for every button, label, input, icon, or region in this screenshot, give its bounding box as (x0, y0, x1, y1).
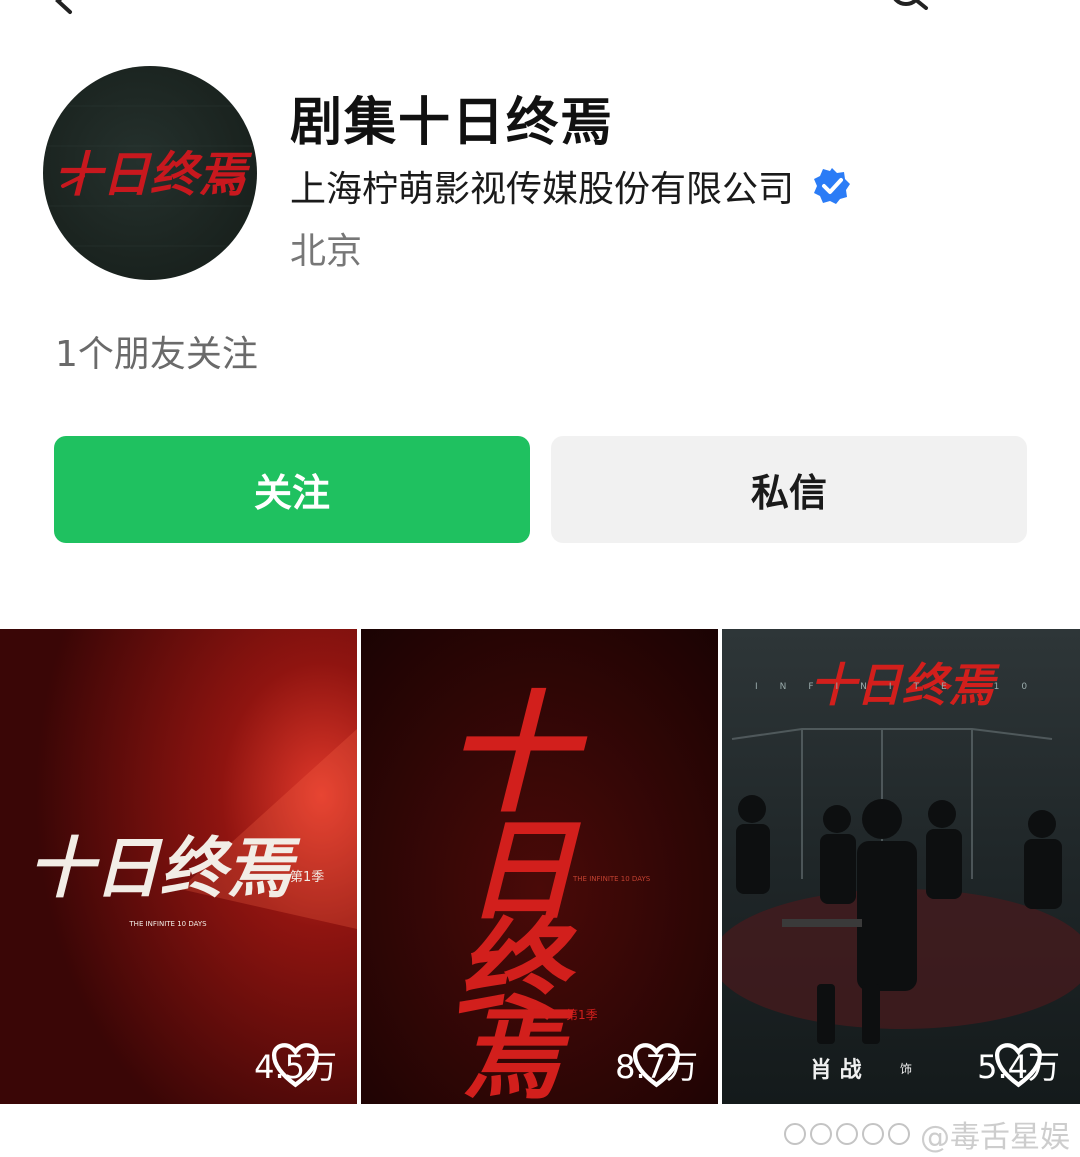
poster-banner: INFINITE 10 (755, 682, 1049, 692)
poster-season: 第1季 (566, 1008, 598, 1022)
organization-name: 上海柠萌影视传媒股份有限公司 (290, 169, 795, 210)
avatar[interactable]: 十日终焉 (43, 66, 257, 280)
organization-line: 上海柠萌影视传媒股份有限公司 (290, 160, 852, 212)
top-bar (0, 0, 1080, 20)
post-tile[interactable]: 十日终焉 INFINITE 10 肖 战 饰 5.4万 (722, 629, 1080, 1104)
poster-title: 十日终焉 (28, 829, 301, 907)
post-tile[interactable]: 十日终焉 第1季 THE INFINITE 10 DAYS 4.5万 (0, 629, 357, 1104)
message-button[interactable]: 私信 (551, 436, 1027, 543)
posts-grid: 十日终焉 第1季 THE INFINITE 10 DAYS 4.5万 十 日 终… (0, 629, 1080, 1105)
heart-icon (633, 1043, 681, 1088)
poster-image: 十 日 终 焉 THE INFINITE 10 DAYS 第1季 (361, 629, 718, 1104)
actor-name: 肖 战 (810, 1057, 862, 1083)
poster-image: 十日终焉 INFINITE 10 肖 战 饰 (722, 629, 1080, 1104)
verified-badge-icon (814, 168, 851, 204)
poster-subtitle: THE INFINITE 10 DAYS (128, 920, 207, 928)
likes-count: 8.7万 (615, 1042, 698, 1088)
location: 北京 (290, 231, 363, 272)
heart-icon (272, 1043, 320, 1088)
actor-role: 饰 (900, 1062, 912, 1076)
page-title: 剧集十日终焉 (290, 93, 615, 153)
poster-subtitle: THE INFINITE 10 DAYS (572, 875, 651, 883)
follow-button[interactable]: 关注 (54, 436, 530, 543)
svg-text:焉: 焉 (461, 995, 574, 1104)
chevron-left-icon[interactable] (48, 0, 78, 16)
poster-image: 十日终焉 第1季 THE INFINITE 10 DAYS (0, 629, 357, 1104)
watermark-text: @毒舌星娱 (920, 1120, 1070, 1155)
poster-season: 第1季 (290, 870, 324, 885)
watermark-logo (784, 1123, 914, 1145)
post-tile[interactable]: 十 日 终 焉 THE INFINITE 10 DAYS 第1季 8.7万 (361, 629, 718, 1104)
search-icon[interactable] (890, 0, 930, 10)
watermark: @毒舌星娱 (784, 1112, 1070, 1156)
friends-following[interactable]: 1个朋友关注 (55, 325, 258, 377)
heart-icon (995, 1043, 1043, 1088)
likes-count: 5.4万 (977, 1042, 1060, 1088)
likes-count: 4.5万 (254, 1042, 337, 1088)
avatar-logo: 十日终焉 (43, 105, 257, 247)
